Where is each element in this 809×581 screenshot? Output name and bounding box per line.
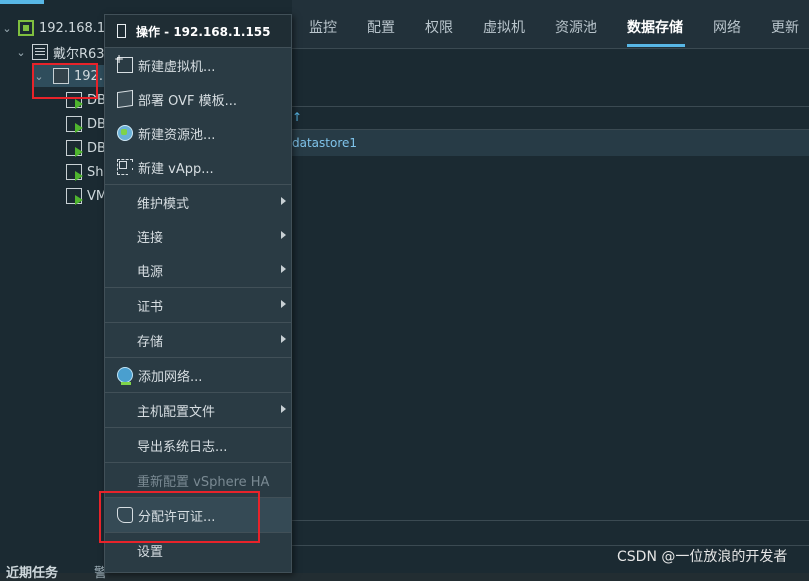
expand-caret-icon[interactable]: ⌄: [14, 46, 28, 59]
menu-item-label: 新建 vApp...: [138, 161, 214, 177]
submenu-arrow-icon: [281, 335, 286, 343]
menu-item-label: 分配许可证...: [138, 509, 216, 525]
submenu-arrow-icon: [281, 300, 286, 308]
watermark: CSDN @一位放浪的开发者: [617, 549, 788, 565]
menu-item-label: 导出系统日志...: [137, 439, 228, 455]
menu-item-connection[interactable]: 连接: [105, 219, 291, 253]
tree-node-vm[interactable]: DB: [66, 137, 106, 159]
add-network-icon: [117, 367, 133, 385]
host-icon: [117, 24, 126, 38]
menu-item-label: 新建虚拟机...: [138, 59, 216, 75]
tree-tab-indicator: [0, 0, 44, 4]
datastore-link[interactable]: datastore1: [292, 136, 357, 150]
sort-ascending-icon[interactable]: ↑: [292, 110, 302, 124]
tree-node-label: 戴尔R63: [53, 46, 105, 62]
tab-configure[interactable]: 配置: [367, 17, 395, 37]
menu-item-new-vapp[interactable]: 新建 vApp...: [105, 150, 291, 184]
menu-header: 操作 - 192.168.1.155: [105, 15, 291, 48]
menu-item-power[interactable]: 电源: [105, 253, 291, 287]
tab-vms[interactable]: 虚拟机: [483, 17, 525, 37]
datastore-table-header: [292, 106, 809, 130]
vapp-icon: [117, 159, 133, 175]
datacenter-icon: [18, 20, 34, 36]
tree-node-vm[interactable]: DB: [66, 89, 106, 111]
vm-powered-on-icon: [66, 164, 83, 181]
menu-item-storage[interactable]: 存储: [105, 323, 291, 357]
menu-item-label: 维护模式: [137, 196, 190, 212]
menu-item-label: 设置: [137, 544, 164, 560]
vm-powered-on-icon: [66, 116, 83, 133]
tab-monitor[interactable]: 监控: [309, 17, 337, 37]
expand-caret-icon[interactable]: ⌄: [0, 22, 14, 35]
menu-title: 操作 - 192.168.1.155: [136, 24, 271, 39]
menu-item-assign-license[interactable]: 分配许可证...: [105, 498, 291, 532]
vm-powered-on-icon: [66, 92, 83, 109]
tab-updates[interactable]: 更新: [771, 17, 799, 37]
menu-item-label: 部署 OVF 模板...: [138, 93, 238, 109]
tab-networks[interactable]: 网络: [713, 17, 741, 37]
license-icon: [117, 507, 133, 523]
menu-item-label: 电源: [137, 264, 164, 280]
menu-item-label: 连接: [137, 230, 164, 246]
menu-item-host-profiles[interactable]: 主机配置文件: [105, 393, 291, 427]
expand-caret-icon[interactable]: ⌄: [32, 70, 46, 83]
submenu-arrow-icon: [281, 265, 286, 273]
tab-resource-pools[interactable]: 资源池: [555, 17, 597, 37]
ovf-template-icon: [117, 89, 133, 109]
tab-permissions[interactable]: 权限: [425, 17, 453, 37]
menu-item-label: 新建资源池...: [138, 127, 216, 143]
menu-item-label: 存储: [137, 334, 164, 350]
menu-item-add-network[interactable]: 添加网络...: [105, 358, 291, 392]
submenu-arrow-icon: [281, 405, 286, 413]
menu-item-label: 主机配置文件: [137, 404, 216, 420]
cluster-icon: [32, 44, 48, 60]
menu-item-new-resource-pool[interactable]: 新建资源池...: [105, 116, 291, 150]
tree-node-cluster[interactable]: ⌄ 戴尔R63: [14, 41, 105, 63]
menu-item-new-vm[interactable]: 新建虚拟机...: [105, 48, 291, 82]
menu-item-export-logs[interactable]: 导出系统日志...: [105, 428, 291, 462]
new-vm-icon: [114, 52, 133, 73]
menu-item-settings[interactable]: 设置: [105, 533, 291, 567]
vm-powered-on-icon: [66, 188, 83, 205]
tree-node-vm[interactable]: DB: [66, 113, 106, 135]
submenu-arrow-icon: [281, 197, 286, 205]
menu-item-maintenance-mode[interactable]: 维护模式: [105, 185, 291, 219]
recent-tasks-tab[interactable]: 近期任务: [6, 562, 58, 581]
menu-item-label: 证书: [137, 299, 164, 315]
menu-item-reconfigure-ha: 重新配置 vSphere HA: [105, 463, 291, 497]
host-actions-menu: 操作 - 192.168.1.155 新建虚拟机... 部署 OVF 模板...…: [104, 14, 292, 573]
active-tab-underline: [627, 44, 685, 47]
menu-item-deploy-ovf[interactable]: 部署 OVF 模板...: [105, 82, 291, 116]
host-icon: [53, 68, 69, 84]
submenu-arrow-icon: [281, 231, 286, 239]
resource-pool-icon: [117, 125, 133, 141]
menu-item-certificates[interactable]: 证书: [105, 288, 291, 322]
tree-node-vm[interactable]: VM: [66, 185, 107, 207]
tab-datastores[interactable]: 数据存储: [627, 17, 683, 37]
menu-item-label: 添加网络...: [138, 369, 203, 385]
vm-powered-on-icon: [66, 140, 83, 157]
menu-item-label: 重新配置 vSphere HA: [137, 474, 270, 490]
table-footer: [292, 520, 809, 546]
table-row[interactable]: [292, 130, 809, 156]
